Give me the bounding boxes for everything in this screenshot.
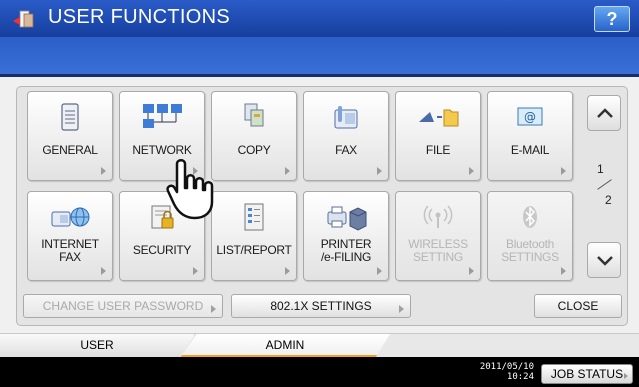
wireless-setting-label: WIRELESS SETTING xyxy=(408,237,468,264)
list-report-icon xyxy=(244,203,264,231)
time-text: 10:24 xyxy=(506,372,534,382)
security-label: SECURITY xyxy=(132,243,192,257)
copy-icon xyxy=(244,103,264,127)
wireless-setting-button[interactable]: WIRELESS SETTING xyxy=(395,191,481,281)
file-icon xyxy=(419,109,459,127)
job-status-button[interactable]: JOB STATUS xyxy=(541,364,633,384)
page-indicator: 1 2 xyxy=(589,159,619,209)
help-button[interactable]: ? xyxy=(594,6,630,32)
job-status-label: JOB STATUS xyxy=(550,367,624,381)
arrow-icon xyxy=(193,267,198,275)
network-label: NETWORK xyxy=(132,143,192,157)
change-user-password-button[interactable]: CHANGE USER PASSWORD xyxy=(23,294,223,318)
chevron-down-icon xyxy=(597,256,613,266)
email-icon: @ xyxy=(517,107,543,126)
tab-user-label: USER xyxy=(80,338,114,352)
file-label: FILE xyxy=(425,143,451,157)
bluetooth-icon xyxy=(523,206,537,228)
arrow-icon xyxy=(399,305,404,313)
close-button[interactable]: CLOSE xyxy=(534,294,622,318)
datetime: 2011/05/10 10:24 xyxy=(478,362,534,382)
file-button[interactable]: FILE xyxy=(395,91,481,181)
printer-icon xyxy=(327,206,367,231)
general-button[interactable]: GENERAL xyxy=(27,91,113,181)
fax-label: FAX xyxy=(335,143,357,157)
page-title: USER FUNCTIONS xyxy=(48,6,230,28)
arrow-icon xyxy=(101,267,106,275)
arrow-icon xyxy=(211,305,216,313)
touch-hand-icon xyxy=(166,159,214,220)
page-down-button[interactable] xyxy=(587,242,621,278)
status-bar: 2011/05/10 10:24 JOB STATUS xyxy=(0,357,639,387)
arrow-icon xyxy=(561,267,566,275)
bluetooth-settings-label: Bluetooth SETTINGS xyxy=(501,237,559,264)
arrow-icon xyxy=(285,267,290,275)
arrow-icon xyxy=(624,373,628,379)
8021x-settings-label: 802.1X SETTINGS xyxy=(270,299,372,313)
message-bar xyxy=(0,37,639,77)
user-functions-screen: USER FUNCTIONS ? GENERAL NETWORK COPY FA… xyxy=(0,0,639,387)
list-report-label: LIST/REPORT xyxy=(216,243,292,257)
arrow-icon xyxy=(101,167,106,175)
page-slash xyxy=(597,179,612,190)
general-label: GENERAL xyxy=(42,143,98,157)
tab-user[interactable]: USER xyxy=(0,334,195,358)
email-label: E-MAIL xyxy=(510,143,550,157)
arrow-icon xyxy=(285,167,290,175)
document-icon xyxy=(61,103,79,131)
8021x-settings-button[interactable]: 802.1X SETTINGS xyxy=(231,294,411,318)
internet-fax-button[interactable]: INTERNET FAX xyxy=(27,191,113,281)
email-button[interactable]: @ E-MAIL xyxy=(487,91,573,181)
tab-bar: USER ADMIN xyxy=(0,333,639,358)
network-icon xyxy=(143,104,182,128)
page-total: 2 xyxy=(605,193,612,207)
arrow-icon xyxy=(469,267,474,275)
change-user-password-label: CHANGE USER PASSWORD xyxy=(42,299,204,313)
internet-fax-label: INTERNET FAX xyxy=(41,237,99,264)
printer-efiling-label: PRINTER /e-FILING xyxy=(320,237,372,264)
fax-button[interactable]: FAX xyxy=(303,91,389,181)
tab-admin-label: ADMIN xyxy=(265,338,305,352)
printer-logo-icon xyxy=(13,10,34,28)
fax-icon xyxy=(334,106,358,129)
arrow-icon xyxy=(561,167,566,175)
date-text: 2011/05/10 xyxy=(479,362,534,372)
page-current: 1 xyxy=(597,162,604,176)
bluetooth-settings-button[interactable]: Bluetooth SETTINGS xyxy=(487,191,573,281)
page-up-button[interactable] xyxy=(587,95,621,131)
arrow-icon xyxy=(469,167,474,175)
wireless-icon xyxy=(423,205,453,228)
copy-label: COPY xyxy=(237,143,271,157)
printer-efiling-button[interactable]: PRINTER /e-FILING xyxy=(303,191,389,281)
arrow-icon xyxy=(377,267,382,275)
close-label: CLOSE xyxy=(557,299,599,313)
chevron-up-icon xyxy=(597,108,613,118)
arrow-icon xyxy=(377,167,382,175)
functions-panel: GENERAL NETWORK COPY FAX FILE @ E-MAIL I… xyxy=(16,86,628,326)
internet-fax-icon xyxy=(51,207,90,227)
tab-admin[interactable]: ADMIN xyxy=(180,334,390,358)
svg-text:@: @ xyxy=(524,110,536,124)
title-bar: USER FUNCTIONS ? xyxy=(0,0,639,37)
